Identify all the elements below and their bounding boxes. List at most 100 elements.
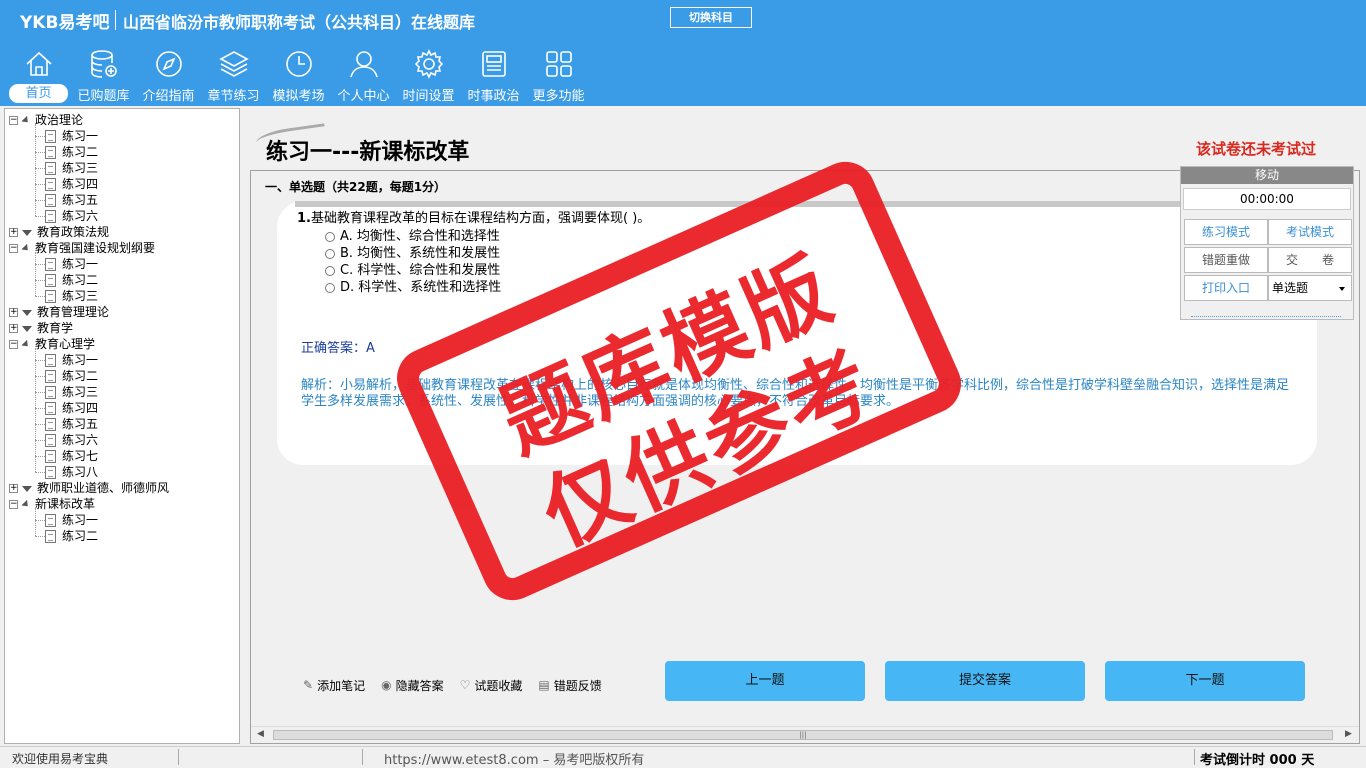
scroll-left-arrow[interactable]: ◀ <box>257 729 264 739</box>
add-note-link[interactable]: ✎ 添加笔记 <box>303 675 365 695</box>
scroll-thumb[interactable]: ||| <box>273 730 1333 740</box>
nav-guide[interactable]: 介绍指南 <box>136 46 201 104</box>
hand-in-button[interactable]: 交 卷 <box>1268 247 1352 273</box>
exam-mode-button[interactable]: 考试模式 <box>1268 219 1352 245</box>
tree-item[interactable]: 练习四 <box>45 176 98 192</box>
clock-icon <box>285 51 312 77</box>
tree-item[interactable]: 练习二 <box>45 528 98 544</box>
tree-item[interactable]: 练习七 <box>45 448 98 464</box>
tree-connector <box>35 136 45 137</box>
tree-item[interactable]: 练习四 <box>45 400 98 416</box>
nav-label: 模拟考场 <box>272 89 325 104</box>
tree-item[interactable]: 练习六 <box>45 432 98 448</box>
tree-section-label: 教育学 <box>37 321 74 335</box>
tree-item[interactable]: 练习一 <box>45 352 98 368</box>
tree-section[interactable]: + 教育学 <box>9 320 73 336</box>
collapse-icon[interactable]: − <box>9 340 18 349</box>
submit-answer-button[interactable]: 提交答案 <box>885 661 1085 701</box>
tool-label: 添加笔记 <box>317 678 366 693</box>
tree-item-label: 练习一 <box>62 513 99 527</box>
document-icon <box>45 370 56 383</box>
hide-answer-link[interactable]: ◉ 隐藏答案 <box>381 675 444 695</box>
nav-mock-exam[interactable]: 模拟考场 <box>266 46 331 104</box>
tree-item[interactable]: 练习一 <box>45 256 98 272</box>
tree-item-label: 练习六 <box>62 433 99 447</box>
scroll-right-arrow[interactable]: ▶ <box>1345 729 1352 739</box>
next-question-button[interactable]: 下一题 <box>1105 661 1305 701</box>
nav-purchased[interactable]: 已购题库 <box>71 46 136 104</box>
nav-home[interactable]: 首页 <box>6 46 71 104</box>
option-d[interactable]: D. 科学性、系统性和选择性 <box>325 276 501 295</box>
question-tools: ✎ 添加笔记 ◉ 隐藏答案 ♡ 试题收藏 ▤ 错题反馈 <box>303 675 618 695</box>
redo-wrong-button[interactable]: 错题重做 <box>1184 247 1268 273</box>
tree-item[interactable]: 练习三 <box>45 288 98 304</box>
tree-item[interactable]: 练习五 <box>45 192 98 208</box>
chapter-tree[interactable]: − 政治理论 练习一 练习二 练习三 练习四 练习五 练习六 + 教育政策法规 − 教育强国建设规划纲… <box>4 108 240 744</box>
nav-more[interactable]: 更多功能 <box>526 46 591 104</box>
exam-status-text: 该试卷还未考试过 <box>1196 140 1317 158</box>
tree-item[interactable]: 练习三 <box>45 384 98 400</box>
nav-current-affairs[interactable]: 时事政治 <box>461 46 526 104</box>
tree-section[interactable]: − 教育强国建设规划纲要 <box>9 240 155 256</box>
tree-connector <box>35 168 45 169</box>
question-type-select[interactable]: 单选题 <box>1268 275 1352 301</box>
collapse-icon[interactable]: − <box>9 116 18 125</box>
tree-section-label: 教育心理学 <box>35 337 96 351</box>
nav-label: 介绍指南 <box>142 89 195 104</box>
tree-section-label: 政治理论 <box>35 113 84 127</box>
radio-button[interactable] <box>325 265 335 276</box>
tree-item[interactable]: 练习二 <box>45 368 98 384</box>
tree-item[interactable]: 练习六 <box>45 208 98 224</box>
nav-personal[interactable]: 个人中心 <box>331 46 396 104</box>
eye-icon: ◉ <box>381 678 392 692</box>
document-icon <box>45 402 56 415</box>
horizontal-scrollbar[interactable]: ◀ ||| ▶ <box>251 726 1359 742</box>
nav-chapter[interactable]: 章节练习 <box>201 46 266 104</box>
panel-drag-handle[interactable]: 移动 <box>1181 167 1353 184</box>
tree-item[interactable]: 练习三 <box>45 160 98 176</box>
nav-time-settings[interactable]: 时间设置 <box>396 46 461 104</box>
tree-section[interactable]: − 新课标改革 <box>9 496 95 512</box>
tree-item-label: 练习一 <box>62 129 99 143</box>
expand-icon[interactable]: + <box>9 324 18 333</box>
tree-section[interactable]: − 教育心理学 <box>9 336 95 352</box>
collapse-icon[interactable]: − <box>9 500 18 509</box>
radio-button[interactable] <box>325 248 335 259</box>
document-icon <box>45 210 56 223</box>
folder-arrow-icon <box>21 339 31 350</box>
tree-item[interactable]: 练习一 <box>45 512 98 528</box>
tool-label: 试题收藏 <box>474 678 523 693</box>
favorite-link[interactable]: ♡ 试题收藏 <box>460 675 523 695</box>
document-icon <box>45 290 56 303</box>
nav-label: 更多功能 <box>532 89 585 104</box>
folder-arrow-icon <box>22 485 32 492</box>
radio-button[interactable] <box>325 231 335 242</box>
prev-question-button[interactable]: 上一题 <box>665 661 865 701</box>
tree-section[interactable]: + 教师职业道德、师德师风 <box>9 480 169 496</box>
feedback-link[interactable]: ▤ 错题反馈 <box>538 675 601 695</box>
folder-arrow-icon <box>21 243 31 254</box>
tree-item[interactable]: 练习二 <box>45 144 98 160</box>
expand-icon[interactable]: + <box>9 228 18 237</box>
radio-button[interactable] <box>325 282 335 293</box>
tree-item-label: 练习四 <box>62 401 99 415</box>
collapse-icon[interactable]: − <box>9 244 18 253</box>
switch-subject-button[interactable]: 切换科目 <box>670 7 752 28</box>
copyright-text: https://www.etest8.com – 易考吧版权所有 <box>384 753 645 768</box>
tree-section[interactable]: + 教育政策法规 <box>9 224 109 240</box>
tree-item[interactable]: 练习一 <box>45 128 98 144</box>
expand-icon[interactable]: + <box>9 484 18 493</box>
practice-mode-button[interactable]: 练习模式 <box>1184 219 1268 245</box>
tree-item[interactable]: 练习五 <box>45 416 98 432</box>
document-icon <box>45 434 56 447</box>
print-button[interactable]: 打印入口 <box>1184 275 1268 301</box>
expand-icon[interactable]: + <box>9 308 18 317</box>
tree-item[interactable]: 练习二 <box>45 272 98 288</box>
correct-answer: 正确答案：A <box>301 337 375 356</box>
tree-item[interactable]: 练习八 <box>45 464 98 480</box>
nav-label: 个人中心 <box>337 89 390 104</box>
document-icon <box>45 146 56 159</box>
tree-item-label: 练习五 <box>62 193 99 207</box>
tree-section[interactable]: − 政治理论 <box>9 112 83 128</box>
tree-section[interactable]: + 教育管理理论 <box>9 304 109 320</box>
